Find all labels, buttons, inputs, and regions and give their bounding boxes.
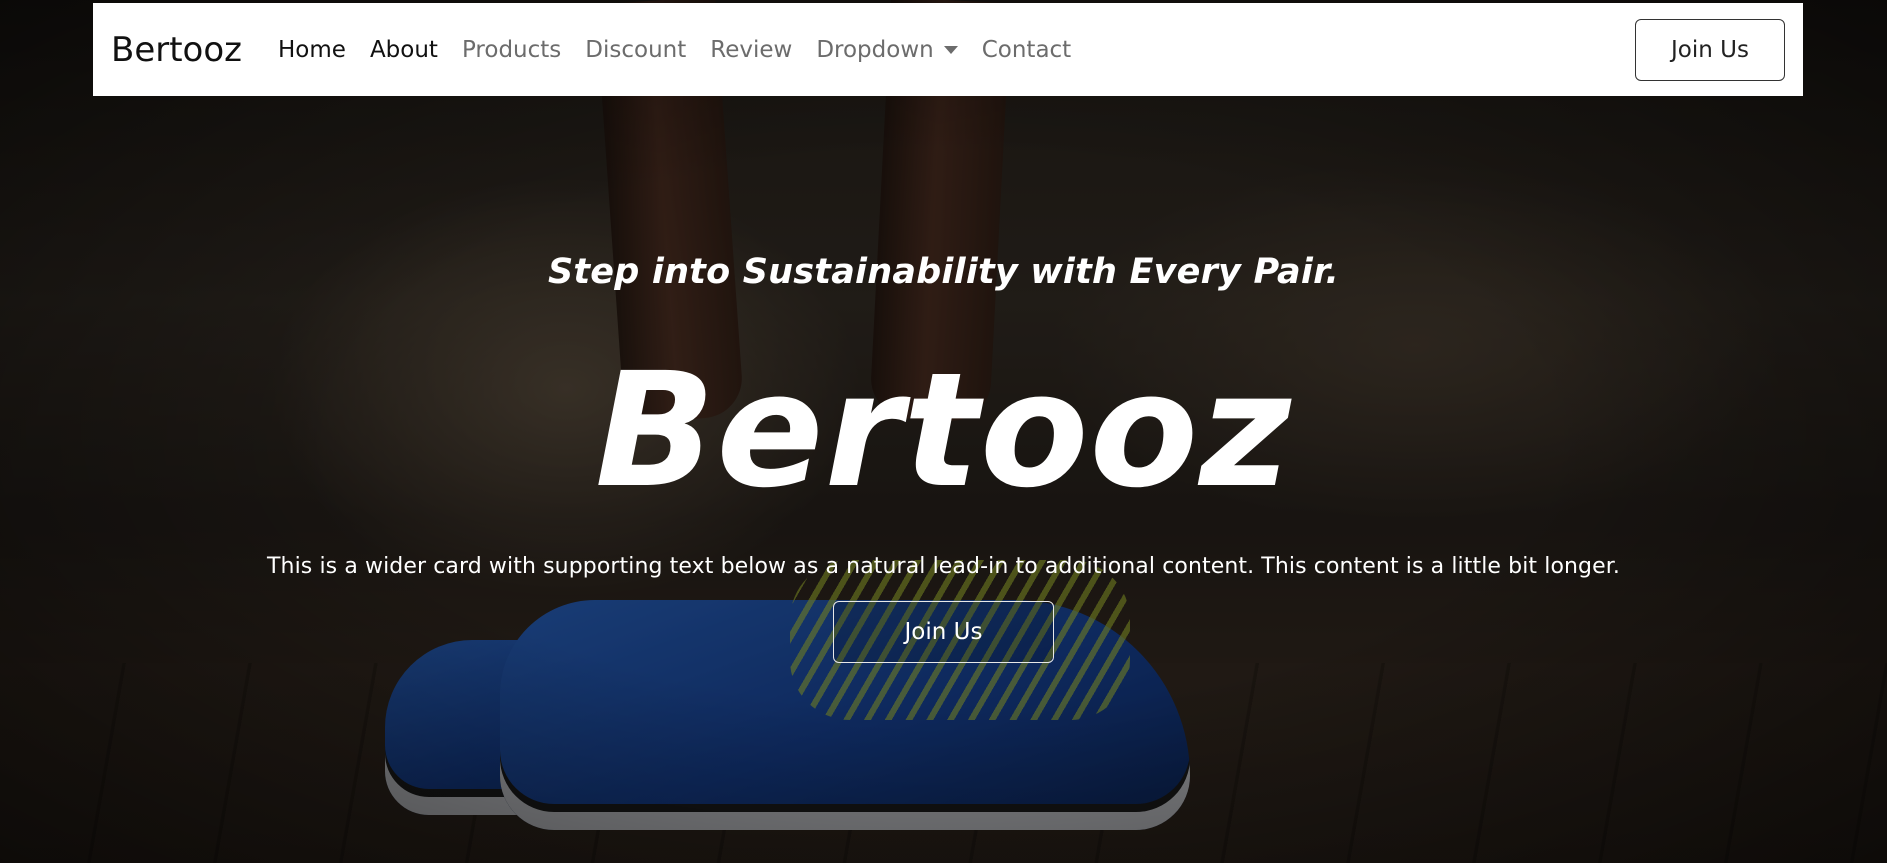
nav-links: Home About Products Discount Review Drop… bbox=[278, 37, 1635, 63]
nav-link-products[interactable]: Products bbox=[462, 37, 561, 63]
hero-join-button[interactable]: Join Us bbox=[833, 601, 1054, 663]
hero-tagline: Step into Sustainability with Every Pair… bbox=[547, 252, 1340, 292]
nav-link-discount[interactable]: Discount bbox=[585, 37, 686, 63]
hero-lead-text: This is a wider card with supporting tex… bbox=[267, 554, 1620, 579]
navbar-join-button[interactable]: Join Us bbox=[1635, 18, 1785, 81]
nav-dropdown-toggle[interactable]: Dropdown bbox=[816, 36, 958, 63]
nav-dropdown-label: Dropdown bbox=[816, 36, 934, 63]
nav-link-home[interactable]: Home bbox=[278, 37, 346, 63]
nav-link-contact[interactable]: Contact bbox=[982, 37, 1071, 63]
hero-title: Bertooz bbox=[594, 339, 1293, 523]
hero-content: Step into Sustainability with Every Pair… bbox=[0, 252, 1887, 663]
navbar: Bertooz Home About Products Discount Rev… bbox=[93, 3, 1803, 96]
nav-link-about[interactable]: About bbox=[370, 37, 438, 63]
navbar-brand[interactable]: Bertooz bbox=[111, 30, 242, 70]
nav-link-review[interactable]: Review bbox=[710, 37, 792, 63]
caret-down-icon bbox=[943, 45, 958, 54]
hero-section: Bertooz Home About Products Discount Rev… bbox=[0, 0, 1887, 863]
